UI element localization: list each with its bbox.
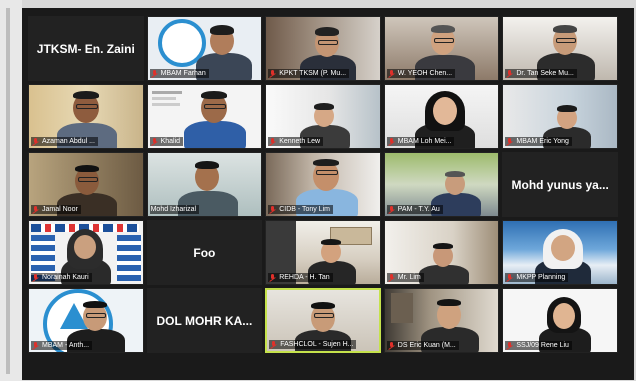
participant-tile[interactable]: MBAM - Anth...: [28, 288, 144, 353]
gallery-view: JTKSM- En. Zaini MBAM Farhan KPKT TKSM (…: [22, 8, 634, 380]
participant-tile[interactable]: Norainah Kauri: [28, 220, 144, 285]
muted-mic-icon: [32, 137, 39, 146]
active-speaker-tile[interactable]: FASHCLOL - Sujen H...: [265, 288, 381, 353]
participant-tile[interactable]: JTKSM- En. Zaini: [28, 16, 144, 81]
participant-tile[interactable]: MBAM Eric Yong: [502, 84, 618, 149]
muted-mic-icon: [270, 340, 277, 349]
participant-name-label: JTKSM- En. Zaini: [36, 41, 135, 56]
muted-mic-icon: [269, 273, 276, 282]
participant-tile[interactable]: Khalid: [146, 84, 263, 149]
participant-tile[interactable]: MKPP Planning: [502, 220, 618, 285]
participant-tile[interactable]: KPKT TKSM (P. Mu...: [265, 16, 381, 81]
muted-mic-icon: [388, 69, 395, 78]
participant-nameplate: CIDB - Tony Lim: [268, 205, 334, 214]
muted-mic-icon: [506, 69, 513, 78]
participant-tile[interactable]: Kenneth Lew: [265, 84, 381, 149]
muted-mic-icon: [32, 273, 39, 282]
participant-tile[interactable]: Mohd Izharizal: [146, 152, 263, 217]
muted-mic-icon: [32, 341, 39, 350]
participant-nameplate: DS Eric Kuan (M...: [386, 341, 459, 350]
participant-tile[interactable]: Jamal Noor: [28, 152, 144, 217]
muted-mic-icon: [506, 137, 513, 146]
participant-nameplate: Mr. Lim: [386, 273, 424, 282]
muted-mic-icon: [388, 341, 395, 350]
participant-nameplate: Norainah Kauri: [31, 273, 92, 282]
participant-nameplate: MBAM Loh Mei...: [386, 137, 455, 146]
participant-nameplate: Dr. Tan Seke Mu...: [505, 69, 577, 78]
participant-nameplate: MKPP Planning: [505, 273, 569, 282]
participant-nameplate: KPKT TKSM (P. Mu...: [268, 69, 350, 78]
participant-name-label: DOL MOHR KA...: [156, 313, 253, 328]
participant-tile[interactable]: REHDA - H. Tan: [265, 220, 381, 285]
participant-nameplate: MBAM - Anth...: [31, 341, 93, 350]
window-edge: [6, 8, 10, 374]
participant-nameplate: Jamal Noor: [31, 205, 81, 214]
muted-mic-icon: [151, 137, 158, 146]
participant-tile[interactable]: MBAM Farhan: [146, 16, 263, 81]
participant-nameplate: MBAM Farhan: [149, 69, 209, 78]
participant-nameplate: Azaman Abdul ...: [31, 137, 98, 146]
participant-nameplate: FASHCLOL - Sujen H...: [269, 340, 357, 349]
participant-tile[interactable]: PAM - T.Y. Au: [383, 152, 500, 217]
participant-nameplate: REHDA - H. Tan: [268, 273, 333, 282]
muted-mic-icon: [269, 205, 276, 214]
participant-tile[interactable]: CIDB - Tony Lim: [265, 152, 381, 217]
participant-nameplate: MBAM Eric Yong: [505, 137, 572, 146]
participant-name-label: Mohd yunus ya...: [511, 177, 609, 192]
muted-mic-icon: [151, 69, 158, 78]
participant-tile[interactable]: DS Eric Kuan (M...: [383, 288, 500, 353]
participant-tile[interactable]: Mohd yunus ya...: [502, 152, 618, 217]
participant-grid: JTKSM- En. Zaini MBAM Farhan KPKT TKSM (…: [28, 16, 618, 353]
participant-nameplate: PAM - T.Y. Au: [386, 205, 443, 214]
muted-mic-icon: [269, 137, 276, 146]
muted-mic-icon: [32, 205, 39, 214]
participant-tile[interactable]: DOL MOHR KA...: [146, 288, 263, 353]
participant-tile[interactable]: Dr. Tan Seke Mu...: [502, 16, 618, 81]
participant-tile[interactable]: SSJ/09 Rene Liu: [502, 288, 618, 353]
participant-nameplate: W. YEOH Chen...: [386, 69, 456, 78]
participant-tile[interactable]: Foo: [146, 220, 263, 285]
participant-tile[interactable]: W. YEOH Chen...: [383, 16, 500, 81]
participant-nameplate: SSJ/09 Rene Liu: [505, 341, 572, 350]
participant-tile[interactable]: MBAM Loh Mei...: [383, 84, 500, 149]
muted-mic-icon: [269, 69, 276, 78]
muted-mic-icon: [506, 341, 513, 350]
participant-nameplate: Mohd Izharizal: [149, 205, 200, 214]
muted-mic-icon: [388, 137, 395, 146]
participant-name-label: Foo: [193, 245, 216, 260]
left-margin: [0, 0, 22, 381]
participant-tile[interactable]: Azaman Abdul ...: [28, 84, 144, 149]
participant-tile[interactable]: Mr. Lim: [383, 220, 500, 285]
participant-nameplate: Khalid: [149, 137, 184, 146]
muted-mic-icon: [388, 273, 395, 282]
participant-nameplate: Kenneth Lew: [268, 137, 324, 146]
muted-mic-icon: [506, 273, 513, 282]
muted-mic-icon: [388, 205, 395, 214]
